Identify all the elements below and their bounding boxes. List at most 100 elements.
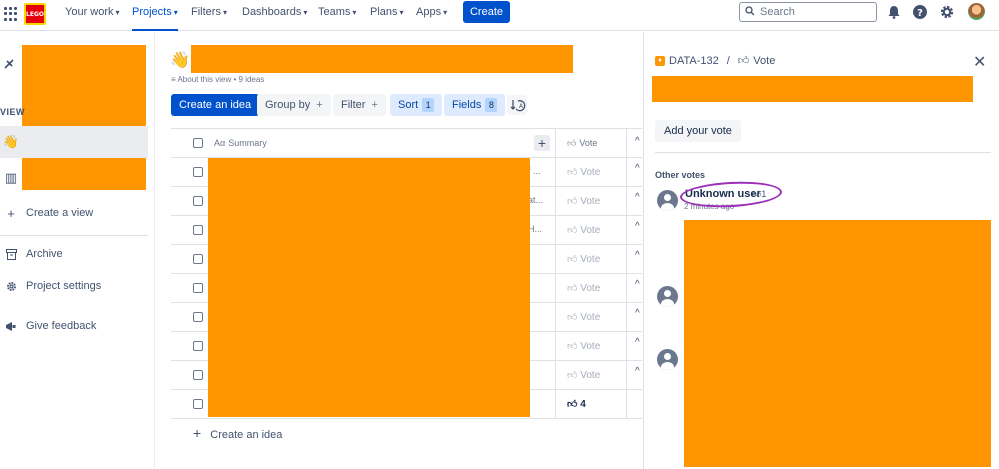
row-checkbox[interactable] (193, 370, 203, 380)
fields-button[interactable]: Fields 8 (444, 94, 506, 116)
vote-breadcrumb[interactable]: Vote (753, 55, 775, 67)
about-this-view[interactable]: ≡ About this view • 9 ideas (171, 75, 264, 84)
summary-column-header[interactable]: Aα Summary (214, 129, 554, 158)
notifications-icon[interactable] (886, 4, 902, 20)
nav-apps[interactable]: Apps ▾ (416, 0, 447, 31)
row-vote[interactable]: 👍︎ Vote (567, 369, 600, 381)
other-votes-heading: Other votes (655, 170, 706, 180)
chevron-up-icon: ^ (635, 337, 640, 348)
search-input[interactable]: Search (739, 2, 877, 22)
row-checkbox[interactable] (193, 196, 203, 206)
create-idea-inline[interactable]: + Create an idea (193, 425, 282, 441)
row-vote[interactable]: 👍︎ Vote (567, 340, 600, 352)
chevron-down-icon: ▾ (399, 8, 404, 17)
nav-projects[interactable]: Projects ▾ (132, 0, 178, 31)
nav-label: Projects (132, 6, 172, 18)
create-idea-button[interactable]: Create an idea (171, 94, 260, 116)
chevron-down-icon: ▾ (222, 8, 227, 17)
filter-button[interactable]: Filter + (333, 94, 386, 116)
vote-label: Vote (580, 225, 601, 236)
search-icon (745, 6, 755, 16)
chevron-down-icon: ▾ (352, 8, 357, 17)
sidebar-item-label: Give feedback (26, 320, 97, 332)
button-label: Group by (265, 99, 311, 111)
waving-hand-icon: 👋 (170, 52, 190, 69)
chevron-down-icon: ▾ (443, 8, 448, 17)
nav-label: Filters (191, 6, 221, 18)
text-type-icon: Aα (214, 138, 226, 148)
row-checkbox[interactable] (193, 341, 203, 351)
row-checkbox[interactable] (193, 312, 203, 322)
nav-teams[interactable]: Teams ▾ (318, 0, 356, 31)
row-vote[interactable]: 👍︎ 4 (567, 398, 586, 410)
vote-label: Vote (580, 167, 601, 178)
close-icon[interactable]: ✕ (973, 52, 986, 72)
group-by-button[interactable]: Group by + (257, 94, 331, 116)
row-vote[interactable]: 👍︎ Vote (567, 253, 600, 265)
avatar (657, 190, 678, 211)
sort-button[interactable]: Sort 1 (390, 94, 443, 116)
settings-icon[interactable] (939, 4, 955, 20)
vote-column-header[interactable]: 👍︎ Vote (567, 129, 627, 158)
vote-label: Vote (580, 283, 601, 294)
description-icon: ≡ (171, 75, 176, 84)
avatar (657, 286, 678, 307)
row-vote[interactable]: 👍︎ Vote (567, 282, 600, 294)
sidebar-item-archive[interactable]: Archive (0, 238, 148, 270)
redacted-summaries (208, 158, 530, 417)
row-vote[interactable]: 👍︎ Vote (567, 166, 600, 178)
help-icon[interactable]: ? (912, 4, 928, 20)
about-text: About this view • 9 ideas (177, 75, 265, 84)
archive-icon (4, 247, 18, 261)
sidebar-view-board[interactable]: ▥ (0, 162, 148, 194)
chevron-up-icon[interactable]: ^ (635, 136, 640, 147)
chevron-up-icon: ^ (635, 308, 640, 319)
row-checkbox[interactable] (193, 167, 203, 177)
issue-key-link[interactable]: DATA-132 (669, 55, 719, 67)
chevron-up-icon: ^ (635, 221, 640, 232)
row-checkbox[interactable] (193, 254, 203, 264)
sidebar-item-give-feedback[interactable]: Give feedback (0, 310, 148, 342)
waving-hand-icon: 👋 (2, 134, 20, 149)
nav-plans[interactable]: Plans ▾ (370, 0, 404, 31)
column-header-label: Summary (228, 138, 267, 148)
avatar (657, 349, 678, 370)
sidebar-view-ideas[interactable]: 👋 (0, 126, 148, 158)
row-vote[interactable]: 👍︎ Vote (567, 195, 600, 207)
thumbs-up-icon: 👍︎ (567, 137, 577, 148)
sidebar-item-project-settings[interactable]: Project settings (0, 270, 148, 302)
plus-icon: + (316, 99, 323, 111)
redacted-title (191, 45, 573, 73)
add-field-button[interactable]: + (534, 135, 550, 151)
add-your-vote-button[interactable]: Add your vote (655, 120, 741, 142)
chevron-down-icon: ▾ (115, 8, 120, 17)
project-icon[interactable] (3, 58, 15, 70)
sidebar-item-label: Create a view (26, 207, 94, 219)
sidebar-item-create-view[interactable]: + Create a view (0, 197, 148, 229)
row-checkbox[interactable] (193, 283, 203, 293)
nav-dashboards[interactable]: Dashboards ▾ (242, 0, 307, 31)
nav-filters[interactable]: Filters ▾ (191, 0, 227, 31)
plus-icon: + (193, 425, 202, 441)
chevron-down-icon: ▾ (173, 8, 178, 17)
thumbs-up-icon: 👍︎ (737, 55, 750, 67)
row-vote[interactable]: 👍︎ Vote (567, 224, 600, 236)
column-header-label: Vote (579, 138, 598, 148)
svg-text:?: ? (917, 8, 923, 19)
plus-icon: + (371, 99, 378, 111)
lego-logo[interactable]: LEGO (24, 3, 46, 25)
create-button[interactable]: Create (463, 1, 510, 23)
autosort-icon[interactable]: A (507, 95, 527, 115)
vote-label: Vote (580, 196, 601, 207)
row-vote[interactable]: 👍︎ Vote (567, 311, 600, 323)
idea-type-icon: ♦ (655, 55, 665, 66)
chevron-down-icon: ▾ (303, 8, 308, 17)
idea-details-panel: ♦ DATA-132 / 👍︎ Vote ✕ Add your vote Oth… (643, 32, 999, 469)
chevron-up-icon: ^ (635, 366, 640, 377)
row-checkbox[interactable] (193, 225, 203, 235)
row-checkbox[interactable] (193, 399, 203, 409)
user-avatar[interactable] (968, 3, 985, 20)
select-all-checkbox[interactable] (193, 138, 203, 148)
nav-your-work[interactable]: Your work ▾ (65, 0, 120, 31)
app-switcher-icon[interactable] (4, 7, 18, 21)
